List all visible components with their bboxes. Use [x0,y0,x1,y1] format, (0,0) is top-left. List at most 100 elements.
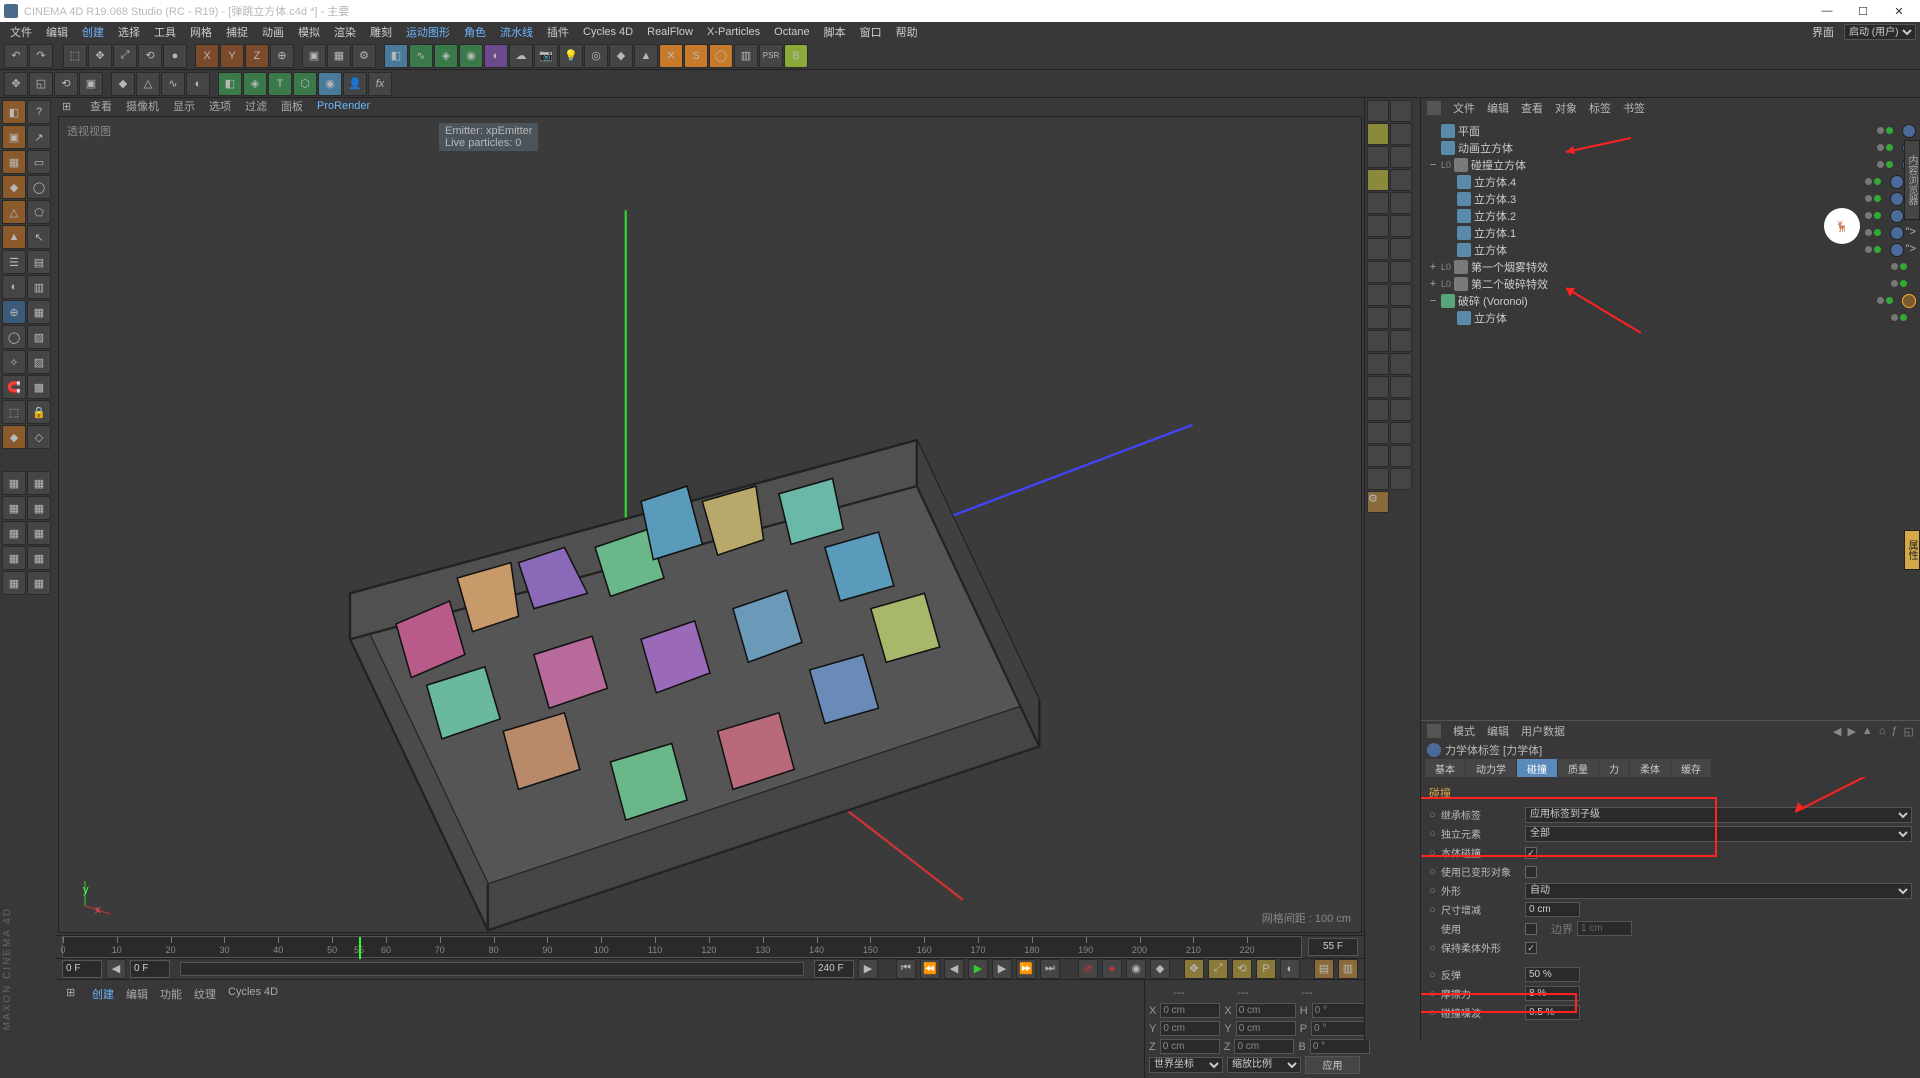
vm-display[interactable]: 显示 [173,98,195,114]
om-edit[interactable]: 编辑 [1487,100,1509,116]
kf-pla[interactable]: ◐ [1280,959,1300,979]
start-frame[interactable] [62,960,102,978]
menu-mesh[interactable]: 网格 [184,22,218,42]
rt-9[interactable] [1367,192,1389,214]
end-frame[interactable] [814,960,854,978]
tool-d[interactable]: ▥ [734,44,758,68]
lt-g4[interactable]: ▦ [27,496,51,520]
apply-button[interactable]: 应用 [1305,1056,1360,1074]
rt-25[interactable] [1367,376,1389,398]
pos-z[interactable] [1160,1039,1220,1054]
lt-13[interactable]: ⬚ [2,400,26,424]
menu-create[interactable]: 创建 [76,22,110,42]
tb2-1[interactable]: ✥ [4,72,28,96]
prev-key[interactable]: ◀ [106,959,126,979]
tree-row[interactable]: −破碎 (Voronoi) [1425,292,1916,309]
bt-edit[interactable]: 编辑 [126,986,148,1002]
kf-scale[interactable]: ⤢ [1208,959,1228,979]
lt-11b[interactable]: ▨ [27,350,51,374]
menu-script[interactable]: 脚本 [818,22,852,42]
lt-g3[interactable]: ▦ [2,496,26,520]
tree-row[interactable]: 立方体.4"> [1425,173,1916,190]
om-view[interactable]: 查看 [1521,100,1543,116]
rt-20[interactable] [1390,307,1412,329]
rt-17[interactable] [1367,284,1389,306]
rt-16[interactable] [1390,261,1412,283]
tree-row[interactable]: +L0第二个破碎特效 [1425,275,1916,292]
timeline-ruler[interactable]: 0102030405055607080901001101201301401501… [62,936,1302,958]
menu-cycles[interactable]: Cycles 4D [577,24,639,40]
tab-cache[interactable]: 缓存 [1671,759,1711,777]
axis-z-button[interactable]: Z [245,44,269,68]
om-tags[interactable]: 标签 [1589,100,1611,116]
menu-realflow[interactable]: RealFlow [641,24,699,40]
lt-g5[interactable]: ▦ [2,521,26,545]
key-btn[interactable]: ● [1102,959,1122,979]
tb2-11[interactable]: T [268,72,292,96]
render-region-button[interactable]: ▦ [327,44,351,68]
lt-8[interactable]: ◐ [2,275,26,299]
shape-select[interactable]: 自动 [1525,883,1912,899]
am-mode[interactable]: 模式 [1453,723,1475,739]
am-userdata[interactable]: 用户数据 [1521,723,1565,739]
menu-render[interactable]: 渲染 [328,22,362,42]
rt-2[interactable] [1390,100,1412,122]
lt-g9[interactable]: ▦ [2,571,26,595]
nav-back-icon[interactable]: ◀ [1833,725,1841,738]
tb2-2[interactable]: ◱ [29,72,53,96]
coord-button[interactable]: ⊕ [270,44,294,68]
timeline[interactable]: 0102030405055607080901001101201301401501… [56,935,1364,958]
viewport[interactable]: 透视视图 Emitter: xpEmitter Live particles: … [58,116,1362,933]
tree-row[interactable]: +L0第一个烟雾特效 [1425,258,1916,275]
tool-c[interactable]: ▲ [634,44,658,68]
tab-softbody[interactable]: 柔体 [1630,759,1670,777]
rt-33[interactable] [1367,468,1389,490]
rt-13[interactable] [1367,238,1389,260]
environment-button[interactable]: ☁ [509,44,533,68]
rt-1[interactable] [1367,100,1389,122]
lt-g10[interactable]: ▦ [27,571,51,595]
rt-27[interactable] [1367,399,1389,421]
lt-7b[interactable]: ▤ [27,250,51,274]
lt-pt[interactable]: ◆ [2,175,26,199]
indep-select[interactable]: 全部 [1525,826,1912,842]
menu-sim[interactable]: 模拟 [292,22,326,42]
tab-dynamics[interactable]: 动力学 [1466,759,1516,777]
am-edit[interactable]: 编辑 [1487,723,1509,739]
om-bookmark[interactable]: 书签 [1623,100,1645,116]
tb2-6[interactable]: △ [136,72,160,96]
lt-edge[interactable]: △ [2,200,26,224]
bounce-input[interactable] [1525,967,1580,982]
tab-force[interactable]: 力 [1599,759,1629,777]
tree-row[interactable]: 立方体 [1425,309,1916,326]
menu-xparticles[interactable]: X-Particles [701,24,766,40]
vm-panel[interactable]: 面板 [281,98,303,114]
size-z[interactable] [1234,1039,1294,1054]
lt-g8[interactable]: ▦ [27,546,51,570]
rt-5[interactable] [1367,146,1389,168]
frame-back[interactable]: ◀ [944,959,964,979]
lt-11[interactable]: ✧ [2,350,26,374]
rt-34[interactable] [1390,468,1412,490]
nav-fwd-icon[interactable]: ▶ [1847,725,1855,738]
rt-gear[interactable]: ⚙ [1367,491,1389,513]
lt-10b[interactable]: ▧ [27,325,51,349]
nav-fn-icon[interactable]: ƒ [1891,725,1897,738]
tb2-4[interactable]: ▣ [79,72,103,96]
vm-camera[interactable]: 摄像机 [126,98,159,114]
rt-30[interactable] [1390,422,1412,444]
close-button[interactable]: ✕ [1890,5,1908,18]
xp-button[interactable]: ✕ [659,44,683,68]
om-object[interactable]: 对象 [1555,100,1577,116]
keysel[interactable]: ◆ [1150,959,1170,979]
generator2-button[interactable]: ◉ [459,44,483,68]
rt-3[interactable] [1367,123,1389,145]
menu-anim[interactable]: 动画 [256,22,290,42]
menu-edit[interactable]: 编辑 [40,22,74,42]
axis-y-button[interactable]: Y [220,44,244,68]
lt-face[interactable]: ▲ [2,225,26,249]
tb2-10[interactable]: ◈ [243,72,267,96]
side-tab-content[interactable]: 内容浏览器 [1904,140,1920,220]
axis-x-button[interactable]: X [195,44,219,68]
menu-snap[interactable]: 捕捉 [220,22,254,42]
